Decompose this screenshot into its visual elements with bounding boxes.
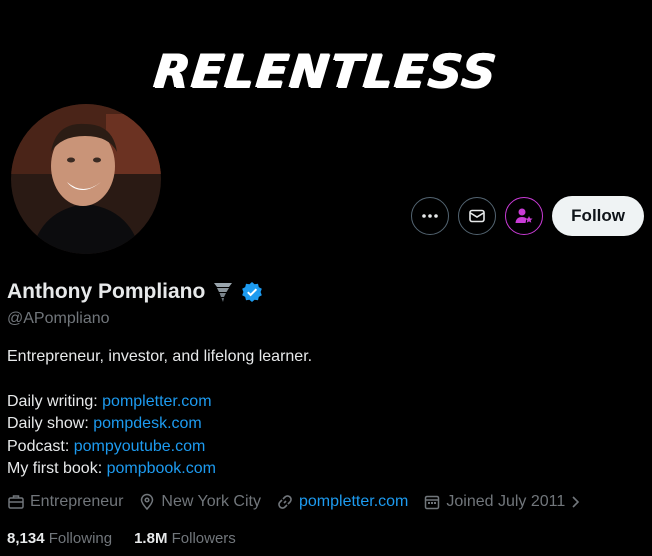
avatar[interactable] (11, 104, 161, 254)
profile-actions: Follow (411, 196, 644, 236)
bio-link-label: Daily writing: (7, 392, 103, 410)
banner-text: RELENTLESS (151, 44, 501, 98)
joined-text: Joined July 2011 (446, 493, 566, 510)
location-text: New York City (161, 493, 261, 510)
profile-meta: Entrepreneur New York City pompletter.co… (7, 493, 597, 511)
more-horizontal-icon (422, 214, 438, 218)
verified-badge-icon[interactable] (241, 281, 263, 303)
display-name: Anthony Pompliano (7, 280, 206, 303)
following-count: 8,134 (7, 530, 45, 547)
bio-link-row: Daily show: pompdesk.com (7, 413, 312, 436)
more-button[interactable] (411, 197, 450, 235)
bio-link-row: Daily writing: pompletter.com (7, 391, 312, 414)
following-stat[interactable]: 8,134 Following (7, 530, 112, 547)
profile-handle: @APompliano (7, 310, 110, 327)
bio-link-label: My first book: (7, 460, 107, 477)
subscribe-button[interactable] (505, 197, 544, 235)
envelope-icon (469, 209, 485, 223)
tornado-icon (214, 283, 233, 302)
link-icon (278, 495, 292, 509)
followers-label: Followers (171, 530, 236, 547)
bio-link-label: Podcast: (7, 437, 74, 455)
meta-website[interactable]: pompletter.com (276, 493, 408, 511)
briefcase-icon (8, 495, 24, 509)
bio-link[interactable]: pompbook.com (107, 460, 216, 477)
bio-link-row: My first book: pompbook.com (7, 458, 312, 481)
location-pin-icon (141, 493, 154, 511)
meta-location: New York City (138, 493, 261, 511)
bio-link-row: Podcast: pompyoutube.com (7, 436, 312, 459)
follow-button[interactable]: Follow (552, 196, 644, 236)
person-star-icon (515, 208, 533, 223)
bio-link[interactable]: pompyoutube.com (74, 438, 206, 455)
website-link[interactable]: pompletter.com (299, 493, 408, 511)
following-label: Following (48, 530, 113, 547)
meta-joined[interactable]: Joined July 2011 (423, 493, 582, 511)
followers-count: 1.8M (134, 530, 168, 547)
bio-link-label: Daily show: (7, 415, 94, 432)
calendar-icon (425, 495, 440, 510)
meta-category: Entrepreneur (7, 493, 123, 511)
message-button[interactable] (458, 197, 497, 235)
profile-stats: 8,134 Following 1.8M Followers (7, 530, 258, 547)
followers-stat[interactable]: 1.8M Followers (134, 530, 236, 547)
profile-bio: Entrepreneur, investor, and lifelong lea… (7, 346, 312, 481)
name-row: Anthony Pompliano (7, 280, 263, 304)
bio-link[interactable]: pompdesk.com (93, 415, 202, 432)
category-text: Entrepreneur (30, 493, 124, 510)
bio-line: Entrepreneur, investor, and lifelong lea… (7, 348, 313, 365)
bio-link[interactable]: pompletter.com (102, 393, 211, 410)
chevron-right-icon (572, 496, 580, 508)
avatar-photo (11, 104, 161, 254)
